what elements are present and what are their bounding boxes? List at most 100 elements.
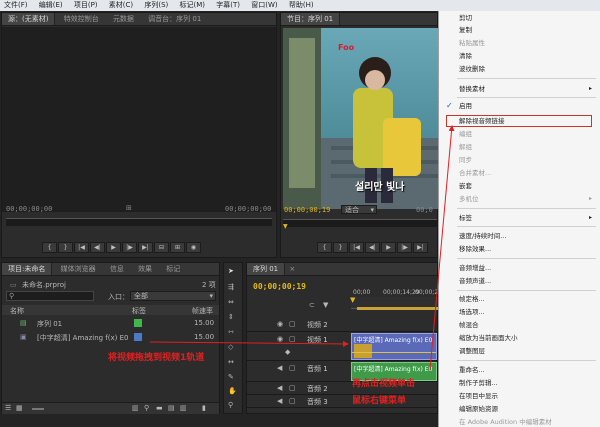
tab-info[interactable]: 信息 bbox=[104, 263, 130, 275]
go-to-in-icon[interactable]: |◀ bbox=[349, 242, 364, 253]
razor-tool-icon[interactable]: ◇ bbox=[228, 343, 233, 351]
tab-project[interactable]: 项目:未命名 bbox=[2, 263, 53, 275]
rolling-edit-tool-icon[interactable]: ⇕ bbox=[228, 313, 234, 321]
eye-icon[interactable]: ◉ bbox=[277, 335, 283, 343]
speaker-icon[interactable]: ◀ bbox=[277, 384, 282, 392]
selection-tool-icon[interactable]: ➤ bbox=[228, 267, 234, 275]
zoom-tool-icon[interactable]: ⚲ bbox=[228, 401, 233, 409]
track-select-tool-icon[interactable]: ⇶ bbox=[228, 283, 234, 291]
menu-item-enable[interactable]: 启用 bbox=[459, 101, 472, 111]
program-scrubber[interactable] bbox=[283, 219, 437, 227]
menu-item-remove-effects[interactable]: 移除效果... bbox=[459, 244, 491, 254]
mark-out-icon[interactable]: } bbox=[333, 242, 348, 253]
menu-item-nest[interactable]: 嵌套 bbox=[459, 181, 472, 191]
menu-marker[interactable]: 标记(M) bbox=[180, 1, 206, 9]
clear-icon[interactable]: ▥ bbox=[180, 404, 187, 412]
source-scrubber[interactable] bbox=[6, 218, 272, 226]
menu-item-ripple-delete[interactable]: 波纹删除 bbox=[459, 64, 485, 74]
mark-out-icon[interactable]: } bbox=[58, 242, 73, 253]
menu-item-label[interactable]: 标签 bbox=[459, 213, 472, 223]
list-view-icon[interactable]: ☰ bbox=[5, 404, 11, 412]
timeline-timecode[interactable]: 00;00;00;19 bbox=[253, 282, 306, 291]
trash-icon[interactable]: ▮ bbox=[202, 404, 206, 412]
playhead-icon[interactable]: ▼ bbox=[350, 296, 355, 304]
close-icon[interactable]: × bbox=[289, 265, 295, 273]
menu-item-make-subclip[interactable]: 制作子剪辑... bbox=[459, 378, 498, 388]
menu-item-edit-original[interactable]: 编辑原始资源 bbox=[459, 404, 498, 414]
tab-program[interactable]: 节目：序列 01 bbox=[281, 13, 341, 25]
mark-in-icon[interactable]: { bbox=[317, 242, 332, 253]
keyframe-icon[interactable]: ◆ bbox=[285, 348, 290, 356]
menu-project[interactable]: 项目(P) bbox=[74, 1, 98, 9]
speaker-icon[interactable]: ◀ bbox=[277, 364, 282, 372]
slip-tool-icon[interactable]: ↔ bbox=[228, 358, 234, 366]
menu-file[interactable]: 文件(F) bbox=[4, 1, 28, 9]
menu-item-synchronize[interactable]: 同步 bbox=[459, 155, 472, 165]
speaker-icon[interactable]: ◀ bbox=[277, 397, 282, 405]
step-back-icon[interactable]: ◀| bbox=[365, 242, 380, 253]
lock-icon[interactable]: ▢ bbox=[289, 397, 296, 405]
menu-item-paste-attributes[interactable]: 粘贴属性 bbox=[459, 38, 485, 48]
menu-item-multicam[interactable]: 多机位 bbox=[459, 194, 479, 204]
menu-help[interactable]: 帮助(H) bbox=[289, 1, 314, 9]
menu-item-edit-in-audition[interactable]: 在 Adobe Audition 中编辑素材 bbox=[459, 417, 552, 427]
step-back-icon[interactable]: ◀| bbox=[90, 242, 105, 253]
table-row[interactable]: ▣ [中字超清] Amazing f(x) E0 15.00 bbox=[2, 332, 219, 343]
tab-sequence[interactable]: 序列 01 bbox=[247, 263, 286, 275]
menu-item-ungroup[interactable]: 解组 bbox=[459, 142, 472, 152]
col-framerate[interactable]: 帧速率 bbox=[192, 306, 213, 316]
menu-window[interactable]: 窗口(W) bbox=[251, 1, 277, 9]
playhead-icon[interactable]: ▼ bbox=[283, 223, 288, 230]
menu-item-audio-channels[interactable]: 音频声道... bbox=[459, 276, 491, 286]
tab-effect-controls[interactable]: 特效控制台 bbox=[58, 13, 105, 25]
lock-icon[interactable]: ▢ bbox=[289, 364, 296, 372]
menu-sequence[interactable]: 序列(S) bbox=[144, 1, 168, 9]
tab-source[interactable]: 源：(无素材) bbox=[2, 13, 56, 25]
program-timecode[interactable]: 00;00;00;19 bbox=[284, 206, 330, 214]
menu-item-frame-hold[interactable]: 帧定格... bbox=[459, 294, 485, 304]
source-timecode-right[interactable]: 00;00;00;00 bbox=[225, 205, 271, 213]
menu-item-copy[interactable]: 复制 bbox=[459, 25, 472, 35]
tab-metadata[interactable]: 元数据 bbox=[107, 13, 140, 25]
mark-in-icon[interactable]: { bbox=[42, 242, 57, 253]
tab-markers[interactable]: 标记 bbox=[160, 263, 186, 275]
pen-tool-icon[interactable]: ✎ bbox=[228, 373, 234, 381]
play-icon[interactable]: ▶ bbox=[381, 242, 396, 253]
menu-item-field-options[interactable]: 场选项... bbox=[459, 307, 485, 317]
menu-item-unlink[interactable]: 解除视音频链接 bbox=[459, 116, 505, 126]
new-bin-icon[interactable]: ▬ bbox=[156, 404, 163, 412]
lock-icon[interactable]: ▢ bbox=[289, 320, 296, 328]
program-fit-select[interactable]: 适合 ▾ bbox=[341, 205, 377, 214]
tab-media-browser[interactable]: 媒体浏览器 bbox=[55, 263, 102, 275]
menu-item-group[interactable]: 编组 bbox=[459, 129, 472, 139]
menu-item-rename[interactable]: 重命名... bbox=[459, 365, 485, 375]
menu-item-frame-blend[interactable]: 帧混合 bbox=[459, 320, 479, 330]
insert-icon[interactable]: ⊟ bbox=[154, 242, 169, 253]
menu-item-clear[interactable]: 清除 bbox=[459, 51, 472, 61]
play-icon[interactable]: ▶ bbox=[106, 242, 121, 253]
icon-view-icon[interactable]: ▦ bbox=[16, 404, 23, 412]
export-frame-icon[interactable]: ◉ bbox=[186, 242, 201, 253]
in-point-select[interactable]: 全部 ▾ bbox=[130, 291, 216, 301]
tab-effects[interactable]: 效果 bbox=[132, 263, 158, 275]
rate-stretch-tool-icon[interactable]: ⇿ bbox=[228, 328, 234, 336]
lock-icon[interactable]: ▢ bbox=[289, 384, 296, 392]
source-timecode-left[interactable]: 00;00;00;00 bbox=[6, 205, 52, 213]
go-to-in-icon[interactable]: |◀ bbox=[74, 242, 89, 253]
lock-icon[interactable]: ▢ bbox=[289, 335, 296, 343]
eye-icon[interactable]: ◉ bbox=[277, 320, 283, 328]
go-to-out-icon[interactable]: ▶| bbox=[138, 242, 153, 253]
video-clip[interactable]: [中字超清] Amazing f(x) E0 bbox=[351, 333, 437, 360]
ripple-edit-tool-icon[interactable]: ⇔ bbox=[228, 298, 234, 306]
col-label[interactable]: 标签 bbox=[132, 306, 146, 316]
menu-item-reveal-in-project[interactable]: 在项目中显示 bbox=[459, 391, 498, 401]
menu-item-scale-to-frame[interactable]: 缩放为当前画面大小 bbox=[459, 333, 518, 343]
source-settings-icon[interactable]: ⊞ bbox=[126, 204, 132, 212]
go-to-out-icon[interactable]: ▶| bbox=[413, 242, 428, 253]
menu-item-replace-footage[interactable]: 替换素材 bbox=[459, 84, 485, 94]
table-row[interactable]: ▤ 序列 01 15.00 bbox=[2, 318, 219, 329]
col-name[interactable]: 名称 bbox=[10, 306, 24, 316]
menu-edit[interactable]: 编辑(E) bbox=[39, 1, 63, 9]
menu-item-speed-duration[interactable]: 速度/持续时间... bbox=[459, 231, 506, 241]
add-marker-icon[interactable]: ▼ bbox=[323, 301, 328, 309]
